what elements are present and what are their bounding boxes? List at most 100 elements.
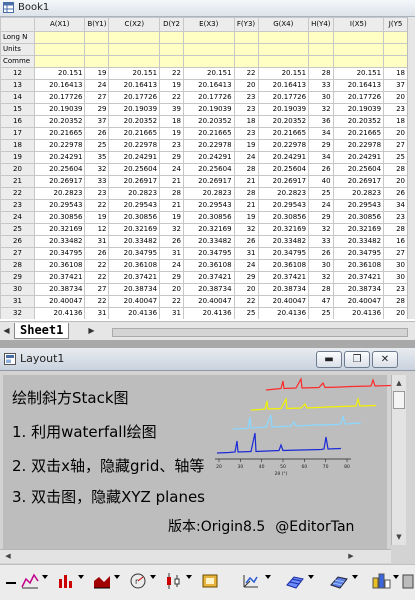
table-cell[interactable]: 20.34795 xyxy=(332,247,385,260)
row-header[interactable]: 24 xyxy=(0,211,35,224)
table-cell[interactable]: 30 xyxy=(383,271,408,284)
meta-cell[interactable] xyxy=(383,55,408,68)
table-cell[interactable]: 20.25604 xyxy=(108,163,161,176)
table-cell[interactable]: 20.34795 xyxy=(108,247,161,260)
column-header[interactable]: C(X2) xyxy=(108,17,161,32)
table-cell[interactable]: 20.37421 xyxy=(108,271,161,284)
meta-cell[interactable] xyxy=(84,43,110,56)
stock-plot-tool[interactable] xyxy=(164,569,184,591)
scroll-right-arrow-icon[interactable]: ▶ xyxy=(345,550,357,563)
template-tool[interactable] xyxy=(200,569,220,591)
table-cell[interactable]: 18 xyxy=(383,115,408,128)
table-cell[interactable]: 32 xyxy=(159,223,184,236)
table-cell[interactable]: 34 xyxy=(383,199,408,212)
table-cell[interactable]: 20 xyxy=(159,283,184,296)
table-cell[interactable]: 21 xyxy=(233,175,259,188)
sheet-vertical-scrollbar[interactable] xyxy=(407,17,415,319)
table-cell[interactable]: 20.2823 xyxy=(257,187,310,200)
column-header[interactable]: A(X1) xyxy=(33,17,86,32)
meta-cell[interactable] xyxy=(383,43,408,56)
table-cell[interactable]: 20.34795 xyxy=(33,247,86,260)
meta-cell[interactable] xyxy=(182,55,235,68)
row-header[interactable]: 16 xyxy=(0,115,35,128)
table-cell[interactable]: 20.38734 xyxy=(257,283,310,296)
table-cell[interactable]: 20.17726 xyxy=(33,91,86,104)
table-cell[interactable]: 23 xyxy=(159,139,184,152)
table-cell[interactable]: 24 xyxy=(233,151,259,164)
next-sheet-arrow-icon[interactable]: ▶ xyxy=(86,325,97,336)
row-header[interactable]: 18 xyxy=(0,139,35,152)
table-cell[interactable]: 20.25604 xyxy=(332,163,385,176)
meta-row-header[interactable]: Units xyxy=(0,43,35,56)
table-cell[interactable]: 20.21665 xyxy=(332,127,385,140)
prev-sheet-arrow-icon[interactable]: ◀ xyxy=(1,325,12,336)
table-cell[interactable]: 23 xyxy=(233,91,259,104)
table-cell[interactable]: 20.29543 xyxy=(108,199,161,212)
table-cell[interactable]: 20.32169 xyxy=(33,223,86,236)
table-cell[interactable]: 20.32169 xyxy=(182,223,235,236)
table-cell[interactable]: 29 xyxy=(308,211,334,224)
row-header[interactable]: 26 xyxy=(0,235,35,248)
meta-cell[interactable] xyxy=(108,43,161,56)
table-cell[interactable]: 20.2823 xyxy=(108,187,161,200)
layout-horizontal-scrollbar[interactable]: ◀ ▶ xyxy=(0,549,391,563)
meta-row-header[interactable]: Comme xyxy=(0,55,35,68)
meta-cell[interactable] xyxy=(308,31,334,44)
table-cell[interactable]: 20.37421 xyxy=(33,271,86,284)
table-cell[interactable]: 19 xyxy=(159,127,184,140)
column-header[interactable]: I(X5) xyxy=(332,17,385,32)
table-cell[interactable]: 20.37421 xyxy=(257,271,310,284)
table-cell[interactable]: 29 xyxy=(233,271,259,284)
table-cell[interactable]: 20.32169 xyxy=(108,223,161,236)
table-cell[interactable]: 20.25604 xyxy=(33,163,86,176)
corner-cell[interactable] xyxy=(0,17,35,32)
table-cell[interactable]: 22 xyxy=(159,91,184,104)
meta-cell[interactable] xyxy=(332,31,385,44)
meta-cell[interactable] xyxy=(33,55,86,68)
table-cell[interactable]: 32 xyxy=(84,163,110,176)
table-cell[interactable]: 20.22978 xyxy=(108,139,161,152)
table-cell[interactable]: 34 xyxy=(308,151,334,164)
row-header[interactable]: 32 xyxy=(0,307,35,319)
table-cell[interactable]: 20.40047 xyxy=(182,295,235,308)
table-cell[interactable]: 20.151 xyxy=(332,67,385,80)
table-cell[interactable]: 20.36108 xyxy=(108,259,161,272)
table-cell[interactable]: 20.151 xyxy=(33,67,86,80)
meta-cell[interactable] xyxy=(308,55,334,68)
table-cell[interactable]: 31 xyxy=(233,247,259,260)
table-cell[interactable]: 39 xyxy=(159,103,184,116)
table-cell[interactable]: 20.26917 xyxy=(108,175,161,188)
table-cell[interactable]: 20.29543 xyxy=(33,199,86,212)
waterfall-graph[interactable]: 20 30 40 50 60 70 80 2θ (°) xyxy=(201,373,391,489)
table-cell[interactable]: 20.26917 xyxy=(33,175,86,188)
table-cell[interactable]: 27 xyxy=(383,139,408,152)
table-cell[interactable]: 23 xyxy=(84,187,110,200)
table-cell[interactable]: 28 xyxy=(308,283,334,296)
row-header[interactable]: 19 xyxy=(0,151,35,164)
table-cell[interactable]: 19 xyxy=(159,211,184,224)
table-cell[interactable]: 20.33482 xyxy=(257,235,310,248)
row-header[interactable]: 17 xyxy=(0,127,35,140)
table-cell[interactable]: 20 xyxy=(383,175,408,188)
table-cell[interactable]: 16 xyxy=(383,235,408,248)
page-tool[interactable] xyxy=(402,569,414,591)
table-cell[interactable]: 22 xyxy=(159,295,184,308)
table-cell[interactable]: 23 xyxy=(233,103,259,116)
table-cell[interactable]: 26 xyxy=(84,247,110,260)
meta-row-header[interactable]: Long N xyxy=(0,31,35,44)
3d-bar-tool[interactable] xyxy=(370,569,392,591)
table-cell[interactable]: 26 xyxy=(308,247,334,260)
row-header[interactable]: 20 xyxy=(0,163,35,176)
row-header[interactable]: 29 xyxy=(0,271,35,284)
meta-cell[interactable] xyxy=(257,31,310,44)
table-cell[interactable]: 20.38734 xyxy=(182,283,235,296)
table-cell[interactable]: 30 xyxy=(308,91,334,104)
table-cell[interactable]: 27 xyxy=(84,283,110,296)
table-cell[interactable]: 24 xyxy=(159,259,184,272)
table-cell[interactable]: 25 xyxy=(383,151,408,164)
table-cell[interactable]: 28 xyxy=(233,163,259,176)
table-cell[interactable]: 29 xyxy=(308,139,334,152)
table-cell[interactable]: 26 xyxy=(383,187,408,200)
meta-cell[interactable] xyxy=(84,31,110,44)
table-cell[interactable]: 20.16413 xyxy=(257,79,310,92)
